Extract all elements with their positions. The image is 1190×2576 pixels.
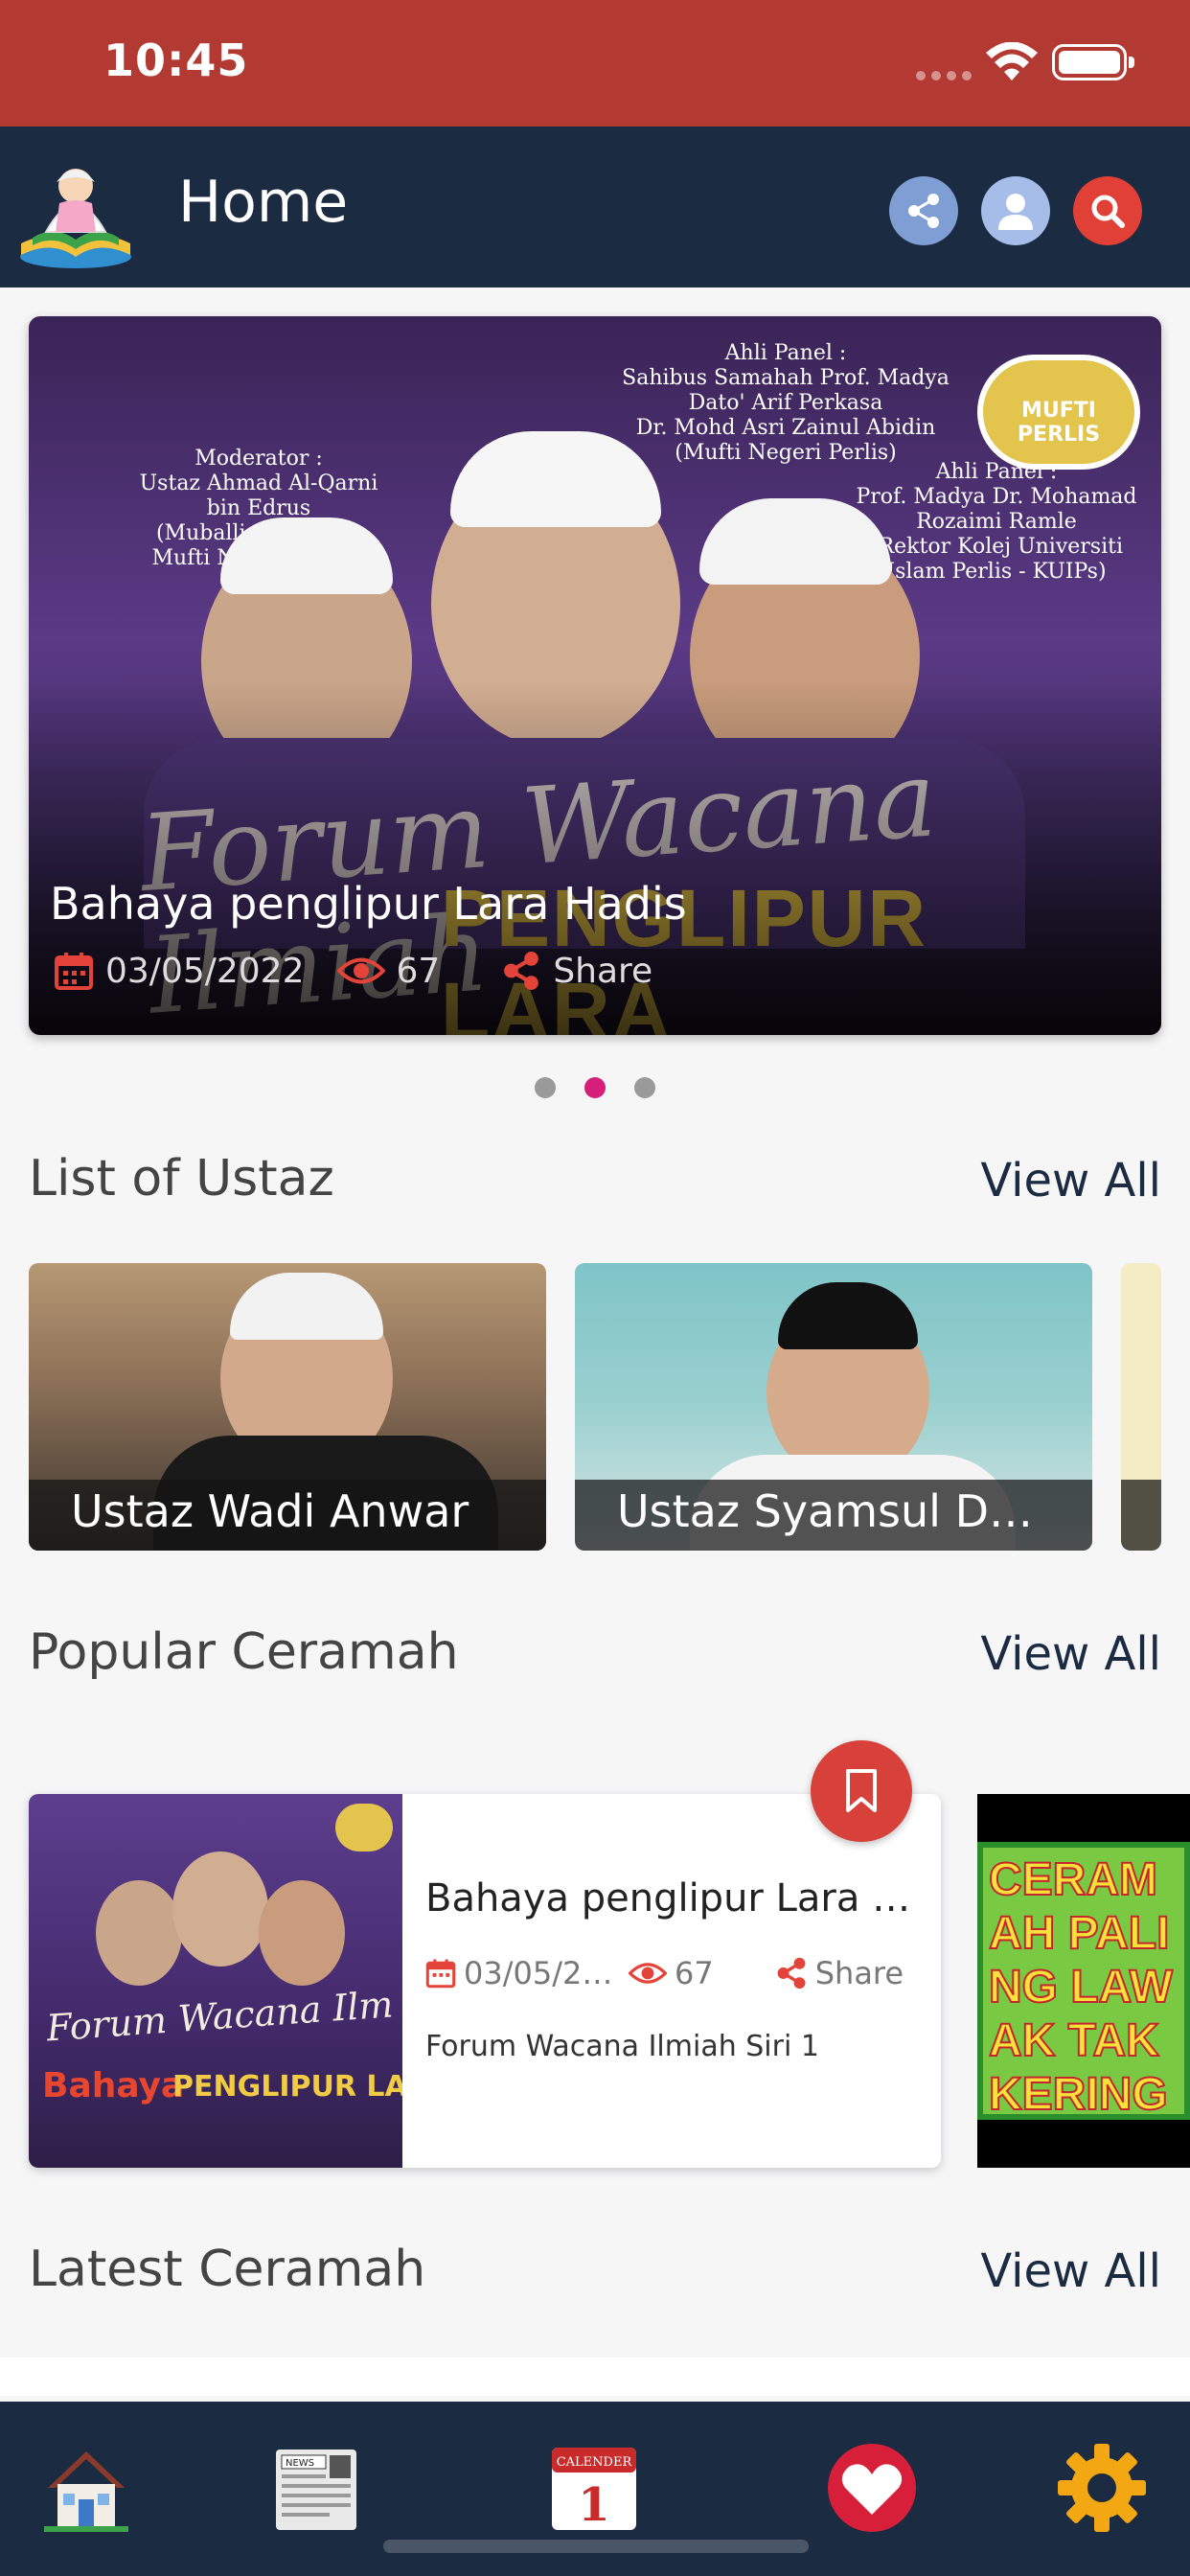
nav-news-tab[interactable]: NEWS [268, 2440, 364, 2536]
eye-icon [629, 1963, 667, 1984]
ustaz-name: Ustaz Wadi Anwar [29, 1480, 546, 1551]
thumb-speaker [172, 1852, 268, 1966]
thumb-speaker [259, 1880, 345, 1986]
ceramah-date-text: 03/05/2022 [464, 1955, 617, 1991]
hero-views-count: 67 [396, 951, 441, 991]
ustaz-name-partial [1121, 1480, 1161, 1551]
speaker-left-cap [220, 518, 393, 594]
share-icon [504, 952, 539, 990]
heart-icon [828, 2444, 916, 2532]
app-logo-icon [20, 169, 131, 268]
hero-views: 67 [336, 951, 441, 991]
ustaz-name: Ustaz Syamsul Debat [575, 1480, 1092, 1551]
hero-share-label: Share [553, 951, 653, 991]
bookmark-button[interactable] [811, 1740, 912, 1842]
calendar-label: CALENDER [557, 2455, 633, 2470]
app-bar: Home [0, 126, 1190, 288]
ceramah-card-partial[interactable]: CERAMAH PALING LAWAK TAK KERING GUSI [977, 1794, 1190, 2168]
hero-date: 03/05/2022 [54, 951, 305, 991]
search-button[interactable] [1073, 176, 1142, 245]
page-title: Home [178, 169, 349, 236]
ceramah-title: Bahaya penglipur Lara Hadis [425, 1876, 924, 1920]
thumb-headline: PENGLIPUR LARA [172, 2070, 402, 2104]
ceramah-thumbnail: Forum Wacana Ilmiah Bahaya PENGLIPUR LAR… [29, 1794, 402, 2168]
ceramah-date: 03/05/2022 [425, 1955, 617, 1991]
latest-list-start [0, 2358, 1190, 2396]
ceramah-subtitle: Forum Wacana Ilmiah Siri 1 [425, 2030, 819, 2063]
nav-favorites-tab[interactable] [824, 2440, 920, 2536]
seal-text: MUFTI PERLIS [1017, 399, 1101, 447]
carousel-dot-active[interactable] [584, 1077, 606, 1098]
calendar-icon [425, 1959, 456, 1989]
hero-share-button[interactable]: Share [501, 951, 652, 991]
share-icon [777, 1957, 806, 1990]
ceramah-share-label: Share [814, 1955, 904, 1991]
carousel-dot[interactable] [535, 1077, 556, 1098]
cellular-signal-icon [916, 71, 972, 80]
section-title-popular: Popular Ceramah [29, 1623, 459, 1681]
thumb-script: Forum Wacana Ilmiah [44, 1983, 393, 2050]
status-bar: 10:45 [0, 0, 1190, 126]
home-icon [44, 2451, 128, 2532]
view-all-ustaz-link[interactable]: View All [980, 1154, 1161, 1208]
view-all-popular-link[interactable]: View All [980, 1627, 1161, 1681]
ustaz-photo-cap [230, 1273, 383, 1340]
hero-meta: 03/05/2022 67 Share [54, 951, 685, 991]
ceramah-views: 67 [629, 1955, 714, 1991]
ceramah-thumbnail-text: CERAMAH PALING LAWAK TAK KERING GUSI [989, 1853, 1174, 2112]
ustaz-card-partial[interactable] [1121, 1263, 1161, 1551]
ustaz-card[interactable]: Ustaz Syamsul Debat [575, 1263, 1092, 1551]
news-label: NEWS [286, 2458, 314, 2469]
status-time: 10:45 [103, 34, 249, 86]
nav-settings-tab[interactable] [1054, 2440, 1150, 2536]
nav-home-tab[interactable] [38, 2440, 134, 2536]
ustaz-card[interactable]: Ustaz Wadi Anwar [29, 1263, 546, 1551]
profile-button[interactable] [981, 176, 1050, 245]
battery-icon [1052, 44, 1134, 80]
nav-calendar-tab[interactable]: CALENDER 1 [546, 2440, 642, 2536]
share-button[interactable] [889, 176, 958, 245]
ceramah-views-count: 67 [675, 1955, 714, 1991]
hero-banner[interactable]: Ahli Panel : Sahibus Samahah Prof. Madya… [29, 316, 1161, 1035]
thumb-speaker [96, 1880, 182, 1986]
carousel-dot[interactable] [634, 1077, 655, 1098]
calendar-icon: CALENDER 1 [552, 2448, 636, 2532]
calendar-day: 1 [578, 2478, 609, 2532]
eye-icon [336, 957, 385, 984]
ceramah-share-button[interactable]: Share [775, 1955, 904, 1991]
carousel-indicator [0, 1077, 1190, 1098]
wifi-icon [986, 42, 1038, 80]
share-icon [908, 194, 939, 228]
calendar-icon [55, 953, 93, 990]
thumb-bahaya: Bahaya [42, 2066, 185, 2105]
search-icon [1091, 195, 1125, 228]
mufti-seal-logo: MUFTI PERLIS [977, 355, 1140, 470]
newspaper-icon: NEWS [276, 2450, 356, 2530]
hero-title: Bahaya penglipur Lara Hadis [50, 878, 687, 930]
view-all-latest-link[interactable]: View All [980, 2244, 1161, 2298]
thumb-seal [335, 1804, 393, 1852]
ceramah-meta: 03/05/2022 67 Share [425, 1955, 904, 1991]
bookmark-icon [846, 1769, 877, 1812]
ceramah-card[interactable]: Forum Wacana Ilmiah Bahaya PENGLIPUR LAR… [29, 1794, 941, 2168]
home-indicator[interactable] [383, 2540, 809, 2553]
section-title-ustaz: List of Ustaz [29, 1150, 334, 1208]
ustaz-photo-cap [778, 1282, 918, 1349]
hero-date-text: 03/05/2022 [105, 951, 305, 991]
gear-icon [1058, 2444, 1146, 2532]
user-icon [998, 194, 1033, 230]
section-title-latest: Latest Ceramah [29, 2241, 426, 2298]
